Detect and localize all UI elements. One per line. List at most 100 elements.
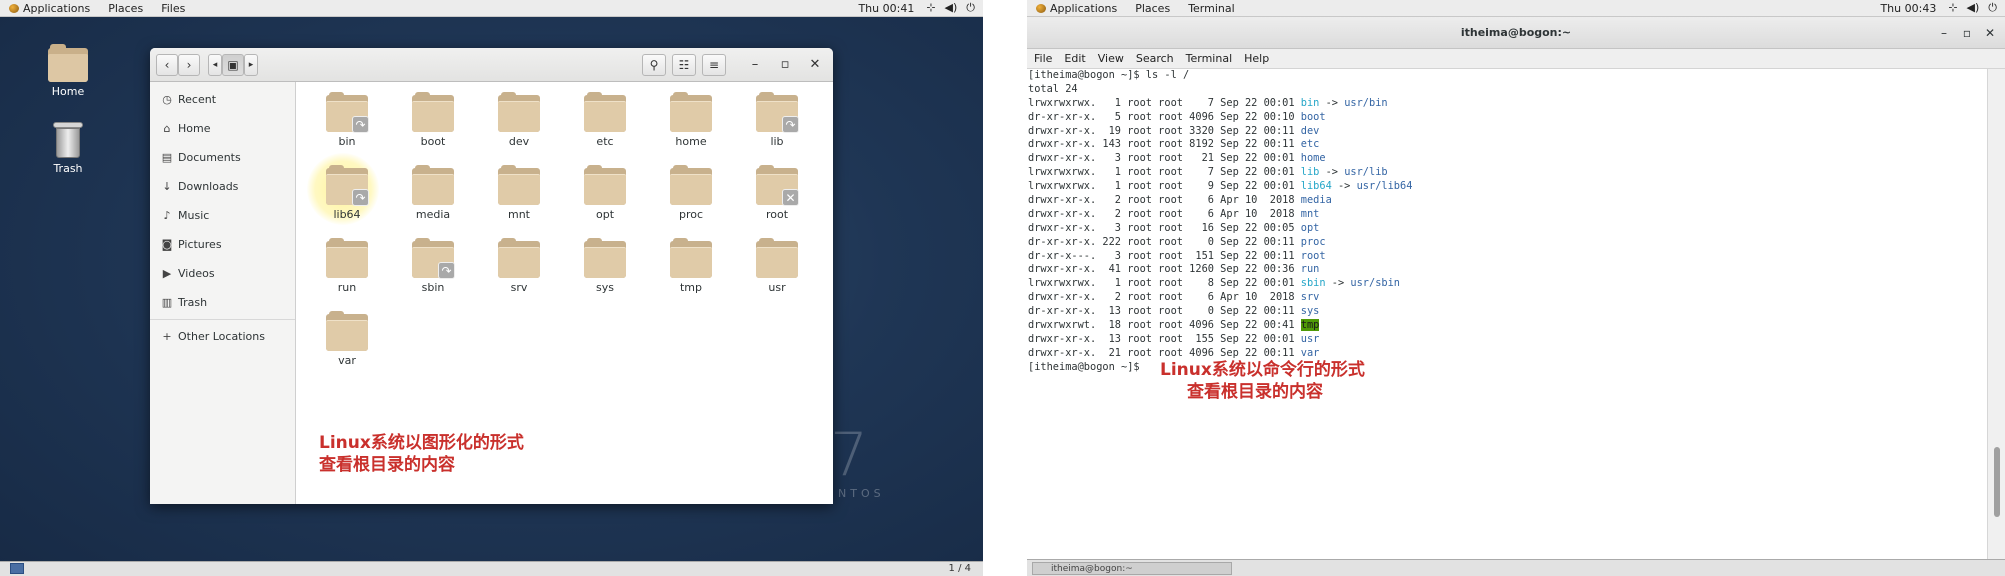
symlink-arrow-icon: ↷: [352, 116, 369, 133]
file-manager-headerbar: ‹ › ◂ ▣ ▸ ⚲ ☷ ≡ – ▫ ✕: [150, 48, 833, 82]
folder-item-usr[interactable]: usr: [741, 238, 813, 294]
path-scroll-right-button[interactable]: ▸: [244, 54, 258, 76]
places-menu[interactable]: Places: [99, 0, 152, 17]
search-button[interactable]: ⚲: [642, 54, 666, 76]
clock[interactable]: Thu 00:41: [846, 2, 926, 15]
sidebar-item-downloads[interactable]: ↓ Downloads: [150, 172, 295, 201]
search-icon: ⚲: [649, 58, 659, 72]
menu-view[interactable]: View: [1091, 52, 1129, 65]
applications-menu-right[interactable]: Applications: [1027, 0, 1126, 17]
folder-item-bin[interactable]: ↷ bin: [311, 92, 383, 148]
folder-item-root[interactable]: ✕ root: [741, 165, 813, 221]
folder-label: media: [415, 208, 451, 221]
folder-item-run[interactable]: run: [311, 238, 383, 294]
close-button[interactable]: ✕: [1985, 17, 1995, 49]
sidebar-item-videos[interactable]: ▶ Videos: [150, 259, 295, 288]
folder-label: bin: [338, 135, 356, 148]
folder-icon: [498, 92, 540, 132]
folder-item-proc[interactable]: proc: [655, 165, 727, 221]
sidebar-item-label: Downloads: [178, 180, 239, 193]
sidebar-item-documents[interactable]: ▤ Documents: [150, 143, 295, 172]
taskbar-terminal-button[interactable]: itheima@bogon:~: [1032, 562, 1232, 575]
places-menu-right[interactable]: Places: [1126, 0, 1179, 17]
forward-button[interactable]: ›: [178, 54, 200, 76]
folder-item-tmp[interactable]: tmp: [655, 238, 727, 294]
annotation-line-2: 查看根目录的内容: [1187, 382, 1323, 402]
music-icon: ♪: [163, 209, 171, 222]
document-icon: ▤: [161, 151, 173, 164]
workspace-indicator[interactable]: 1 / 4: [949, 563, 971, 574]
network-icon[interactable]: ⊹: [1948, 1, 1957, 15]
terminal-line-entry: drwxr-xr-x. 2 root root 6 Apr 10 2018 me…: [1028, 194, 1987, 208]
terminal-app-menu[interactable]: Terminal: [1179, 0, 1244, 17]
folder-item-home[interactable]: home: [655, 92, 727, 148]
home-folder-icon: [48, 44, 88, 82]
scrollbar-thumb[interactable]: [1994, 447, 2000, 517]
symlink-arrow-icon: ↷: [352, 189, 369, 206]
clock-right[interactable]: Thu 00:43: [1868, 2, 1948, 15]
menu-search[interactable]: Search: [1129, 52, 1179, 65]
dir-name: var: [1300, 346, 1320, 359]
dir-name: root: [1300, 249, 1326, 262]
volume-icon[interactable]: ◀): [945, 1, 958, 15]
folder-item-sys[interactable]: sys: [569, 238, 641, 294]
show-desktop-icon[interactable]: [10, 563, 24, 574]
sidebar-item-pictures[interactable]: ◙ Pictures: [150, 230, 295, 259]
sidebar-item-home[interactable]: ⌂ Home: [150, 114, 295, 143]
sidebar-item-recent[interactable]: ◷ Recent: [150, 85, 295, 114]
symlink-target: usr/lib: [1344, 166, 1388, 179]
folder-item-dev[interactable]: dev: [483, 92, 555, 148]
minimize-button[interactable]: –: [747, 57, 763, 72]
folder-item-mnt[interactable]: mnt: [483, 165, 555, 221]
terminal-output[interactable]: [itheima@bogon ~]$ ls -l / total 24 lrwxrw…: [1027, 69, 1987, 559]
minimize-button[interactable]: –: [1941, 17, 1947, 49]
folder-item-sbin[interactable]: ↷ sbin: [397, 238, 469, 294]
folder-item-var[interactable]: var: [311, 311, 383, 367]
folder-item-boot[interactable]: boot: [397, 92, 469, 148]
desktop-home-icon[interactable]: Home: [33, 44, 103, 98]
folder-item-etc[interactable]: etc: [569, 92, 641, 148]
folder-item-media[interactable]: media: [397, 165, 469, 221]
applications-menu[interactable]: Applications: [0, 0, 99, 17]
volume-icon[interactable]: ◀): [1967, 1, 1980, 15]
folder-item-opt[interactable]: opt: [569, 165, 641, 221]
maximize-button[interactable]: ▫: [1963, 17, 1971, 49]
terminal-scrollbar[interactable]: [1987, 69, 2005, 559]
back-button[interactable]: ‹: [156, 54, 178, 76]
entry-attributes: lrwxrwxrwx. 1 root root 8 Sep 22 00:01: [1028, 277, 1301, 290]
symlink-name: lib64: [1300, 180, 1332, 193]
sidebar-item-trash[interactable]: ▥ Trash: [150, 288, 295, 317]
files-menu[interactable]: Files: [152, 0, 194, 17]
desktop-trash-icon[interactable]: Trash: [33, 122, 103, 175]
terminal-line-entry: drwxr-xr-x. 13 root root 155 Sep 22 00:0…: [1028, 333, 1987, 347]
view-options-button[interactable]: ☷: [672, 54, 696, 76]
path-scroll-left-button[interactable]: ◂: [208, 54, 222, 76]
entry-attributes: drwxr-xr-x. 2 root root 6 Apr 10 2018: [1028, 194, 1301, 207]
entry-attributes: drwxr-xr-x. 2 root root 6 Apr 10 2018: [1028, 207, 1301, 220]
menu-terminal[interactable]: Terminal: [1179, 52, 1238, 65]
symlink-target: usr/bin: [1344, 96, 1388, 109]
annotation-line-1: Linux系统以图形化的形式: [319, 433, 524, 453]
sidebar-item-music[interactable]: ♪ Music: [150, 201, 295, 230]
folder-item-lib[interactable]: ↷ lib: [741, 92, 813, 148]
root-location-button[interactable]: ▣: [222, 54, 244, 76]
power-icon[interactable]: ⏻: [966, 1, 975, 15]
trash-icon: ▥: [161, 296, 173, 309]
close-button[interactable]: ✕: [807, 57, 823, 72]
folder-icon: [584, 165, 626, 205]
maximize-button[interactable]: ▫: [777, 57, 793, 72]
folder-label: usr: [768, 281, 786, 294]
network-icon[interactable]: ⊹: [926, 1, 935, 15]
power-icon[interactable]: ⏻: [1988, 1, 1997, 15]
arrow-left-icon: ◂: [212, 60, 218, 70]
menu-button[interactable]: ≡: [702, 54, 726, 76]
sidebar-item-other-locations[interactable]: + Other Locations: [150, 322, 295, 351]
top-panel: Applications Places Files Thu 00:41 ⊹ ◀)…: [0, 0, 983, 17]
menu-file[interactable]: File: [1027, 52, 1057, 65]
folder-item-lib64[interactable]: ↷ lib64: [307, 153, 383, 225]
folder-item-srv[interactable]: srv: [483, 238, 555, 294]
menu-edit[interactable]: Edit: [1057, 52, 1090, 65]
menu-help[interactable]: Help: [1237, 52, 1274, 65]
drive-icon: ▣: [227, 58, 239, 72]
camera-icon: ◙: [161, 238, 173, 251]
